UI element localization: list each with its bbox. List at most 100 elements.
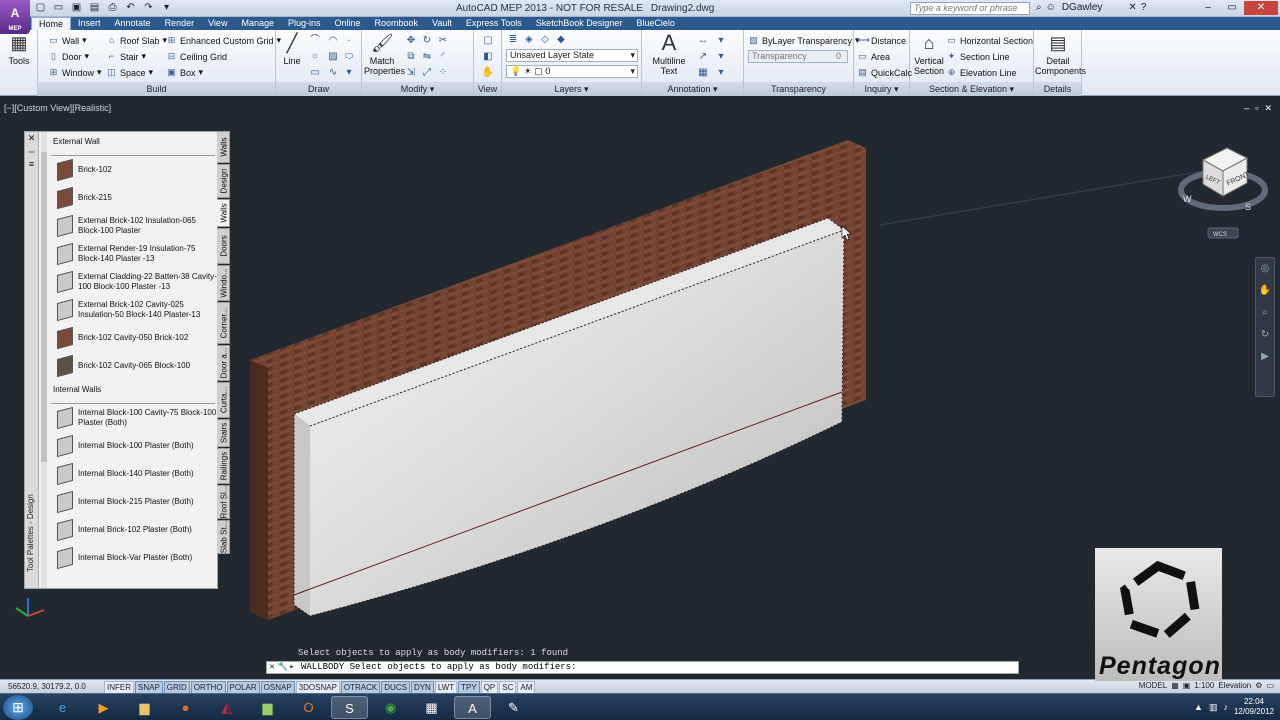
palette-tab[interactable]: Design	[217, 164, 230, 198]
palette-tab[interactable]: Walls	[217, 131, 230, 163]
palette-tab[interactable]: Roof Sl...	[217, 485, 230, 519]
palette-tool-item[interactable]: External Render-19 Insulation-75 Block-1…	[49, 240, 217, 268]
ellipse-icon[interactable]: ⬭	[342, 50, 356, 63]
palette-tab[interactable]: Stairs	[217, 419, 230, 447]
minimize-button[interactable]: –	[1196, 1, 1220, 15]
ie-icon[interactable]: e	[44, 696, 81, 719]
polyline-icon[interactable]: ⌒	[308, 34, 322, 47]
palette-tool-item[interactable]: Internal Block-140 Plaster (Both)	[49, 460, 217, 488]
folder-icon[interactable]: ▆	[249, 696, 286, 719]
palette-tab[interactable]: Windo...	[217, 265, 230, 301]
chrome-icon[interactable]: ◉	[372, 696, 409, 719]
quickcalc-button[interactable]: ▤ QuickCalc	[857, 67, 912, 78]
viewport-restore-button[interactable]: ▫	[1255, 103, 1258, 114]
workspace-icon[interactable]: ▾	[160, 2, 173, 14]
tab-annotate[interactable]: Annotate	[108, 17, 158, 30]
palette-scrollbar[interactable]	[41, 132, 47, 588]
palette-tool-item[interactable]: External Brick-102 Insulation-065 Block-…	[49, 212, 217, 240]
tab-online[interactable]: Online	[328, 17, 368, 30]
layer-properties-icon[interactable]: ≣	[506, 33, 520, 46]
palette-tool-item[interactable]: Internal Block-100 Cavity-75 Block-100 P…	[49, 404, 217, 432]
palette-tab[interactable]: Corner...	[217, 302, 230, 344]
command-settings-icon[interactable]: 🔧	[277, 662, 288, 673]
start-button[interactable]: ⊞	[3, 695, 33, 720]
tools-button[interactable]: ▦ Tools	[4, 32, 34, 66]
view-icon[interactable]: ▢	[481, 34, 495, 47]
build-panel-label[interactable]: Build	[38, 82, 275, 96]
redo-icon[interactable]: ↷	[142, 2, 155, 14]
visual-style-icon[interactable]: ◧	[481, 50, 495, 63]
transparency-panel-label[interactable]: Transparency	[744, 82, 853, 96]
box-button[interactable]: ▣ Box ▾	[166, 67, 203, 78]
close-button[interactable]: ✕	[1244, 1, 1278, 15]
match-properties-button[interactable]: 🖌 Match Properties	[364, 32, 405, 76]
palette-scroll-thumb[interactable]	[41, 152, 47, 462]
palette-tool-item[interactable]: Internal Brick-102 Plaster (Both)	[49, 516, 217, 544]
palette-tool-item[interactable]: Brick-102	[49, 156, 217, 184]
rectangle-icon[interactable]: ▭	[308, 66, 322, 79]
palette-tab[interactable]: Railings	[217, 448, 230, 484]
space-button[interactable]: ◫ Space ▾	[106, 67, 153, 78]
details-panel-label[interactable]: Details	[1034, 82, 1081, 96]
annotate-more-icon[interactable]: ▾	[714, 66, 728, 79]
arc-icon[interactable]: ◠	[326, 34, 340, 47]
tab-roombook[interactable]: Roombook	[368, 17, 426, 30]
palette-tab[interactable]: Walls	[217, 199, 230, 227]
multiline-text-button[interactable]: A Multiline Text	[646, 32, 692, 77]
model-space-button[interactable]: MODEL	[1139, 681, 1167, 690]
spline-icon[interactable]: ∿	[326, 66, 340, 79]
clock[interactable]: 22:04 12/09/2012	[1234, 697, 1274, 717]
pan-icon[interactable]: ✋	[1256, 280, 1274, 302]
pan-icon[interactable]: ✋	[481, 66, 495, 79]
firefox-icon[interactable]: ●	[167, 696, 204, 719]
elevation-field[interactable]: Elevation	[1218, 681, 1251, 690]
stair-button[interactable]: ⌐ Stair ▾	[106, 51, 146, 62]
open-icon[interactable]: ▭	[52, 2, 65, 14]
inquiry-panel-label[interactable]: Inquiry ▾	[854, 82, 909, 96]
roof-slab-button[interactable]: ⌂ Roof Slab ▾	[106, 35, 167, 46]
coordinates-readout[interactable]: 56520.9, 30179.2, 0.0	[8, 682, 86, 691]
area-button[interactable]: ▭ Area	[857, 51, 890, 62]
array-icon[interactable]: ⁘	[436, 66, 450, 79]
tab-render[interactable]: Render	[158, 17, 202, 30]
elevation-line-button[interactable]: ⊕ Elevation Line	[946, 67, 1017, 78]
zoom-icon[interactable]: ⌕	[1256, 302, 1274, 324]
palette-autohide-icon[interactable]: ⇔	[25, 145, 38, 158]
tab-vault[interactable]: Vault	[425, 17, 459, 30]
palette-properties-icon[interactable]: ≡	[25, 158, 38, 171]
palette-tab[interactable]: Doors	[217, 228, 230, 264]
tab-insert[interactable]: Insert	[71, 17, 108, 30]
line-button[interactable]: ╱ Line	[280, 32, 304, 66]
tab-express-tools[interactable]: Express Tools	[459, 17, 529, 30]
palette-tool-item[interactable]: Internal Block-Var Plaster (Both)	[49, 544, 217, 572]
trim-icon[interactable]: ✂	[436, 34, 450, 47]
search-input[interactable]: Type a keyword or phrase	[910, 2, 1030, 15]
dim-style-icon[interactable]: ▾	[714, 34, 728, 47]
undo-icon[interactable]: ↶	[124, 2, 137, 14]
bylayer-transparency-dropdown[interactable]: ▧ ByLayer Transparency ▾	[748, 35, 859, 46]
draw-panel-label[interactable]: Draw	[276, 82, 361, 96]
workspace-icon[interactable]: ⚙	[1255, 681, 1262, 690]
horizontal-section-button[interactable]: ▭ Horizontal Section	[946, 35, 1033, 46]
viewport-close-button[interactable]: ✕	[1264, 103, 1272, 114]
tag-icon[interactable]: ▾	[714, 50, 728, 63]
sketchbook-icon[interactable]: S	[331, 696, 368, 719]
layout-icon[interactable]: ▦	[1171, 681, 1179, 690]
exchange-icon[interactable]: ✕	[1128, 2, 1136, 13]
network-icon[interactable]: ▥	[1209, 702, 1218, 713]
hatch-icon[interactable]: ▨	[326, 50, 340, 63]
palette-tool-item[interactable]: Internal Block-100 Plaster (Both)	[49, 432, 217, 460]
acrobat-icon[interactable]: ◭	[208, 696, 245, 719]
palette-tool-item[interactable]: Brick-102 Cavity-050 Brick-102	[49, 324, 217, 352]
palette-tool-item[interactable]: Brick-215	[49, 184, 217, 212]
layer-iso-icon[interactable]: ◇	[538, 33, 552, 46]
search-icon[interactable]: ⌕	[1036, 2, 1042, 13]
print-icon[interactable]: ⎙	[106, 2, 119, 14]
fillet-icon[interactable]: ◜	[436, 50, 450, 63]
calculator-icon[interactable]: ▦	[413, 696, 450, 719]
help-icon[interactable]: ?	[1141, 2, 1147, 13]
window-button[interactable]: ⊞ Window ▾	[48, 67, 102, 78]
palette-tool-item[interactable]: External Cladding-22 Batten-38 Cavity-10…	[49, 268, 217, 296]
viewport-minimize-button[interactable]: –	[1244, 103, 1249, 114]
autocad-icon[interactable]: A	[454, 696, 491, 719]
